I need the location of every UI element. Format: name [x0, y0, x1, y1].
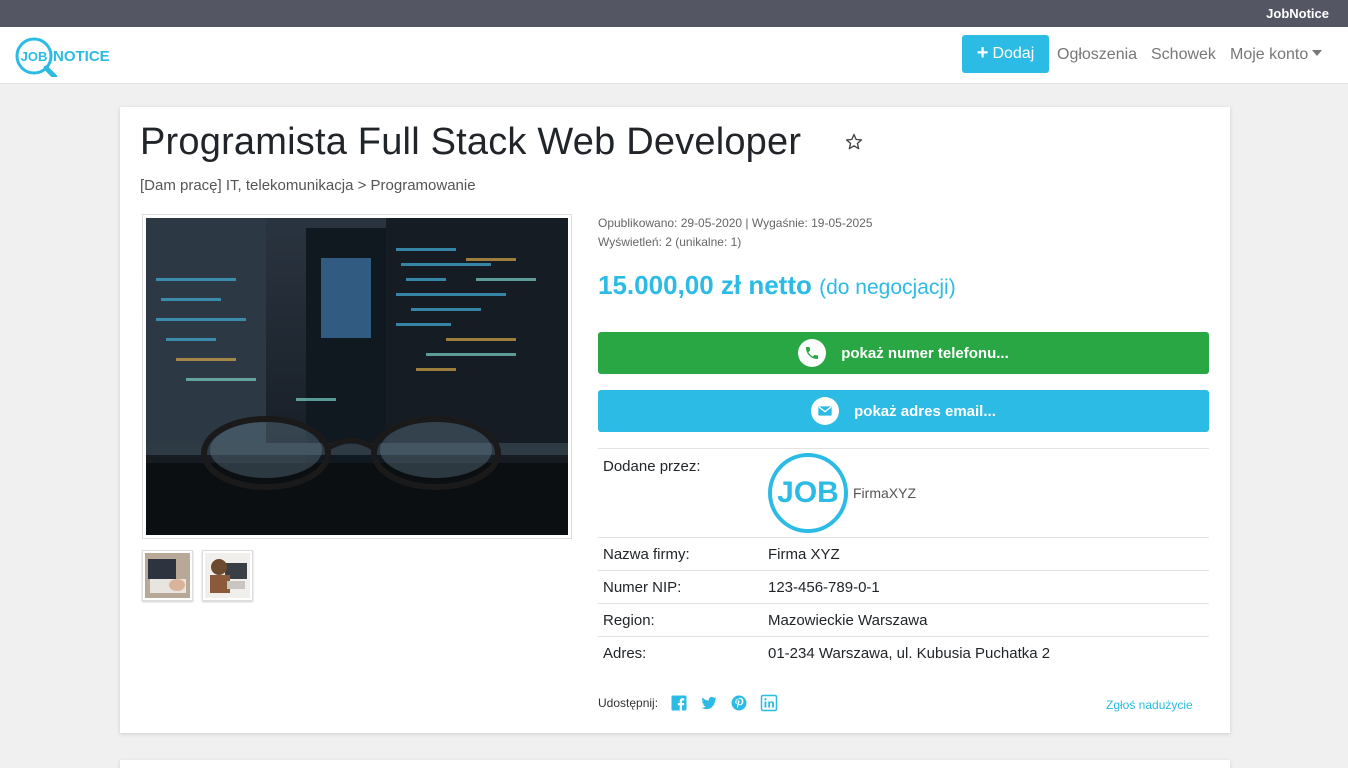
- table-row: Nazwa firmy: Firma XYZ: [598, 537, 1209, 571]
- show-email-label: pokaż adres email...: [854, 402, 996, 420]
- add-button[interactable]: + Dodaj: [962, 35, 1049, 73]
- main-photo[interactable]: [142, 214, 572, 539]
- envelope-icon: [811, 397, 840, 425]
- table-row: Adres: 01-234 Warszawa, ul. Kubusia Puch…: [598, 636, 1209, 670]
- nip-value: 123-456-789-0-1: [763, 570, 1209, 604]
- phone-icon: [798, 339, 827, 367]
- show-email-button[interactable]: pokaż adres email...: [598, 390, 1209, 432]
- company-profile[interactable]: JOB FirmaXYZ: [763, 448, 1209, 538]
- price: 15.000,00 zł netto (do negocjacji): [598, 270, 956, 301]
- details-table: Dodane przez: JOB FirmaXYZ Nazwa firmy: …: [598, 448, 1209, 670]
- nav-account-dropdown[interactable]: Moje konto: [1230, 46, 1323, 64]
- table-row: Region: Mazowieckie Warszawa: [598, 603, 1209, 637]
- show-phone-label: pokaż numer telefonu...: [841, 344, 1009, 362]
- thumbnail-1[interactable]: [142, 550, 193, 601]
- region-label: Region:: [598, 603, 763, 637]
- twitter-icon[interactable]: [700, 694, 718, 712]
- logo-job-text: JOB: [21, 49, 48, 64]
- company-name-label: Nazwa firmy:: [598, 537, 763, 571]
- star-icon[interactable]: [844, 132, 864, 152]
- nav-ads-link[interactable]: Ogłoszenia: [1057, 46, 1137, 64]
- add-button-label: Dodaj: [992, 45, 1035, 62]
- site-logo[interactable]: JOB NOTICE: [15, 35, 125, 80]
- publish-dates: Opublikowano: 29-05-2020 | Wygaśnie: 19-…: [598, 216, 873, 230]
- share-bar: Udostępnij:: [598, 694, 778, 712]
- nip-label: Numer NIP:: [598, 570, 763, 604]
- listing-title: Programista Full Stack Web Developer: [140, 121, 802, 163]
- price-note: (do negocjacji): [819, 276, 956, 299]
- address-label: Adres:: [598, 636, 763, 670]
- next-card: [120, 760, 1230, 768]
- company-name-value: Firma XYZ: [763, 537, 1209, 571]
- pinterest-icon[interactable]: [730, 694, 748, 712]
- table-row: Numer NIP: 123-456-789-0-1: [598, 570, 1209, 604]
- top-brand-label: JobNotice: [1266, 6, 1329, 21]
- price-amount: 15.000,00 zł netto: [598, 270, 812, 300]
- report-abuse-link[interactable]: Zgłoś nadużycie: [1106, 698, 1193, 712]
- address-value: 01-234 Warszawa, ul. Kubusia Puchatka 2: [763, 636, 1209, 670]
- plus-icon: +: [976, 42, 989, 64]
- breadcrumb: [Dam pracę] IT, telekomunikacja > Progra…: [140, 177, 476, 194]
- share-label: Udostępnij:: [598, 696, 659, 710]
- added-by-label: Dodane przez:: [598, 448, 763, 538]
- nav-clipboard-link[interactable]: Schowek: [1151, 46, 1216, 64]
- show-phone-button[interactable]: pokaż numer telefonu...: [598, 332, 1209, 374]
- listing-card: Programista Full Stack Web Developer [Da…: [120, 107, 1230, 733]
- thumbnail-2[interactable]: [202, 550, 253, 601]
- facebook-icon[interactable]: [670, 694, 688, 712]
- company-logo-badge: JOB: [768, 453, 848, 533]
- region-link[interactable]: Mazowieckie Warszawa: [763, 603, 1209, 637]
- top-bar: JobNotice: [0, 0, 1348, 27]
- view-count: Wyświetleń: 2 (unikalne: 1): [598, 235, 742, 249]
- linkedin-icon[interactable]: [760, 694, 778, 712]
- logo-notice-text: NOTICE: [53, 48, 110, 65]
- navbar: JOB NOTICE + Dodaj Ogłoszenia Schowek Mo…: [0, 27, 1348, 84]
- company-logo[interactable]: JOB FirmaXYZ: [768, 453, 916, 533]
- company-username[interactable]: FirmaXYZ: [853, 485, 916, 501]
- table-row: Dodane przez: JOB FirmaXYZ: [598, 448, 1209, 538]
- nav-account-label: Moje konto: [1230, 46, 1309, 63]
- caret-down-icon: [1312, 50, 1323, 56]
